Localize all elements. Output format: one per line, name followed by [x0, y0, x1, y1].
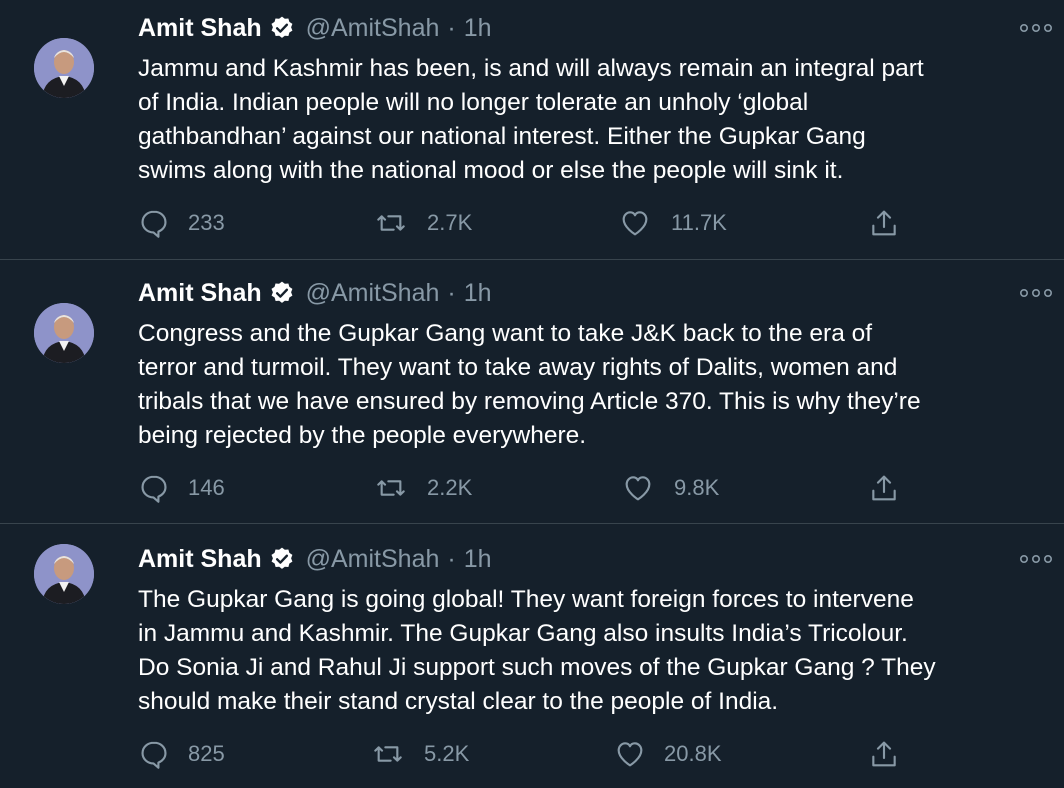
tweet-text: Congress and the Gupkar Gang want to tak… [138, 317, 1048, 453]
tweet-text: Jammu and Kashmir has been, is and will … [138, 52, 1048, 188]
retweet-icon [375, 207, 407, 239]
reply-button[interactable]: 146 [138, 471, 225, 505]
avatar-image [34, 544, 94, 604]
reply-icon [138, 472, 170, 504]
share-button[interactable] [868, 471, 900, 505]
more-options-icon[interactable] [1018, 549, 1054, 569]
tweet-timestamp[interactable]: 1h [464, 14, 492, 43]
tweet-text-line: terror and turmoil. They want to take aw… [138, 354, 898, 381]
retweet-count: 2.7K [427, 210, 473, 235]
retweet-button[interactable]: 2.2K [375, 471, 472, 505]
tweet-actions: 233 2.7K 11.7K [0, 206, 1064, 240]
share-button[interactable] [868, 737, 900, 771]
avatar-image [34, 303, 94, 363]
like-button[interactable]: 20.8K [614, 737, 722, 771]
avatar-image [34, 38, 94, 98]
tweet-feed: Amit Shah @AmitShah · 1h Jammu and Kashm… [0, 0, 1064, 788]
reply-count: 233 [188, 210, 225, 235]
tweet-timestamp[interactable]: 1h [464, 545, 492, 574]
separator-dot: · [447, 278, 456, 307]
retweet-button[interactable]: 5.2K [372, 737, 469, 771]
share-button[interactable] [868, 206, 900, 240]
share-icon [868, 207, 900, 239]
author-handle[interactable]: @AmitShah [306, 279, 440, 308]
avatar[interactable] [34, 38, 94, 98]
tweet[interactable]: Amit Shah @AmitShah · 1h Congress and th… [0, 260, 1064, 524]
reply-icon [138, 738, 170, 770]
heart-icon [619, 207, 651, 239]
like-button[interactable]: 9.8K [622, 471, 719, 505]
tweet[interactable]: Amit Shah @AmitShah · 1h Jammu and Kashm… [0, 0, 1064, 260]
avatar[interactable] [34, 303, 94, 363]
like-count: 20.8K [664, 741, 722, 766]
tweet-text-line: should make their stand crystal clear to… [138, 688, 779, 715]
verified-badge-icon [269, 15, 295, 41]
retweet-count: 5.2K [424, 741, 470, 766]
retweet-icon [375, 472, 407, 504]
retweet-icon [372, 738, 404, 770]
reply-count: 146 [188, 475, 225, 500]
retweet-button[interactable]: 2.7K [375, 206, 472, 240]
reply-count: 825 [188, 741, 225, 766]
reply-button[interactable]: 825 [138, 737, 225, 771]
separator-dot: · [447, 544, 456, 573]
more-options-icon[interactable] [1018, 283, 1054, 303]
reply-icon [138, 207, 170, 239]
tweet-actions: 825 5.2K 20.8K [0, 737, 1064, 771]
verified-badge-icon [269, 546, 295, 572]
tweet-text: The Gupkar Gang is going global! They wa… [138, 583, 1048, 719]
like-button[interactable]: 11.7K [619, 206, 727, 240]
separator-dot: · [447, 13, 456, 42]
author-name[interactable]: Amit Shah [138, 545, 262, 574]
author-handle[interactable]: @AmitShah [306, 545, 440, 574]
avatar[interactable] [34, 544, 94, 604]
tweet-text-line: The Gupkar Gang is going global! They wa… [138, 586, 914, 613]
author-name[interactable]: Amit Shah [138, 279, 262, 308]
like-count: 11.7K [671, 210, 727, 235]
tweet-text-line: tribals that we have ensured by removing… [138, 388, 921, 415]
like-count: 9.8K [674, 475, 720, 500]
verified-badge-icon [269, 280, 295, 306]
tweet-text-line: Congress and the Gupkar Gang want to tak… [138, 320, 873, 347]
reply-button[interactable]: 233 [138, 206, 225, 240]
tweet-text-line: in Jammu and Kashmir. The Gupkar Gang al… [138, 620, 908, 647]
tweet-header: Amit Shah @AmitShah · 1h [138, 276, 492, 310]
tweet-text-line: being rejected by the people everywhere. [138, 422, 587, 449]
heart-icon [622, 472, 654, 504]
tweet-text-line: of India. Indian people will no longer t… [138, 89, 809, 116]
tweet-text-line: gathbandhan’ against our national intere… [138, 123, 866, 150]
tweet-text-line: Jammu and Kashmir has been, is and will … [138, 55, 924, 82]
tweet-text-line: Do Sonia Ji and Rahul Ji support such mo… [138, 654, 936, 681]
tweet-timestamp[interactable]: 1h [464, 279, 492, 308]
author-handle[interactable]: @AmitShah [306, 14, 440, 43]
tweet-actions: 146 2.2K 9.8K [0, 471, 1064, 505]
share-icon [868, 472, 900, 504]
share-icon [868, 738, 900, 770]
tweet[interactable]: Amit Shah @AmitShah · 1h The Gupkar Gang… [0, 524, 1064, 788]
tweet-text-line: swims along with the national mood or el… [138, 157, 844, 184]
more-options-icon[interactable] [1018, 18, 1054, 38]
tweet-header: Amit Shah @AmitShah · 1h [138, 11, 492, 45]
heart-icon [614, 738, 646, 770]
tweet-header: Amit Shah @AmitShah · 1h [138, 542, 492, 576]
author-name[interactable]: Amit Shah [138, 14, 262, 43]
retweet-count: 2.2K [427, 475, 473, 500]
